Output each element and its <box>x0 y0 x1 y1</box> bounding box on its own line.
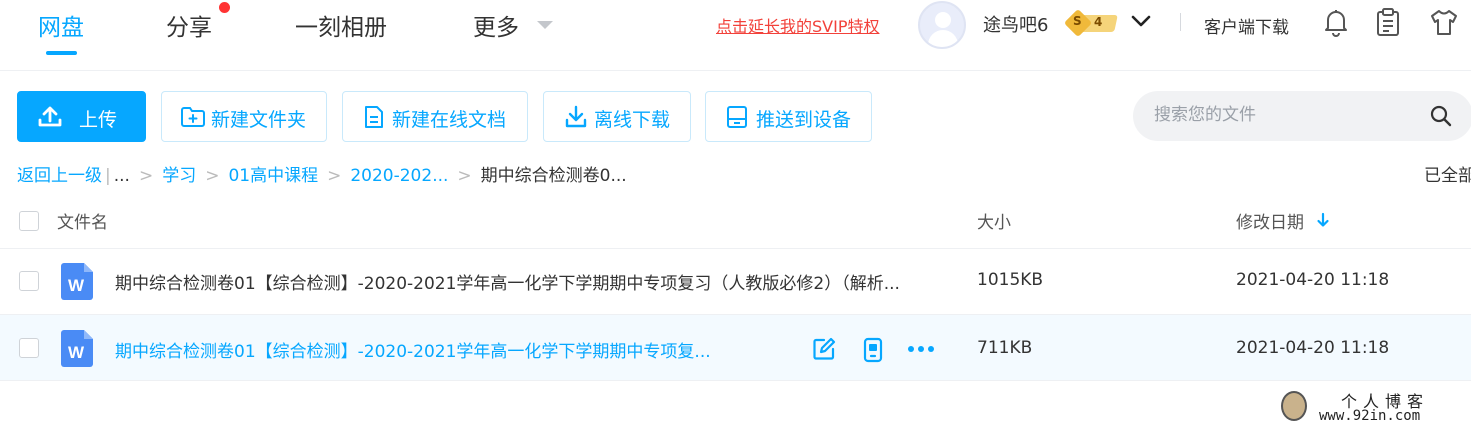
column-header-size[interactable]: 大小 <box>977 208 1011 233</box>
vip-level-badge[interactable]: S 4 <box>1063 8 1118 38</box>
tshirt-icon[interactable] <box>1429 7 1459 37</box>
sort-descending-icon[interactable] <box>1316 212 1330 228</box>
watermark-url: www.92in.com <box>1319 408 1421 424</box>
breadcrumb-divider: | <box>105 166 111 186</box>
table-row[interactable]: W 期中综合检测卷01【综合检测】-2020-2021学年高一化学下学期期中专项… <box>0 314 1471 381</box>
document-icon <box>365 106 383 128</box>
new-folder-button[interactable]: 新建文件夹 <box>161 91 327 142</box>
row-checkbox[interactable] <box>19 271 39 291</box>
loaded-all-status: 已全部 <box>1424 166 1471 186</box>
active-tab-indicator <box>46 51 77 55</box>
folder-plus-icon <box>181 107 205 127</box>
phone-icon[interactable] <box>862 337 884 363</box>
new-online-doc-button[interactable]: 新建在线文档 <box>342 91 528 142</box>
breadcrumb-separator: > <box>138 166 154 186</box>
upload-icon <box>38 106 62 127</box>
vip-level: 4 <box>1094 15 1103 29</box>
user-menu-chevron-icon[interactable] <box>1131 14 1151 28</box>
breadcrumb-separator: > <box>205 166 220 186</box>
breadcrumb-separator: > <box>327 166 342 186</box>
tab-more[interactable]: 更多 <box>473 8 519 42</box>
more-options-icon[interactable] <box>907 345 935 353</box>
clipboard-icon[interactable] <box>1375 7 1401 37</box>
breadcrumb-item-course[interactable]: 01高中课程 <box>228 161 318 186</box>
breadcrumb-item-study[interactable]: 学习 <box>162 161 196 186</box>
device-icon <box>727 106 747 128</box>
avatar[interactable] <box>918 1 966 49</box>
tab-netdisk[interactable]: 网盘 <box>38 8 84 42</box>
upload-button[interactable]: 上传 <box>17 91 146 142</box>
table-row[interactable]: W 期中综合检测卷01【综合检测】-2020-2021学年高一化学下学期期中专项… <box>0 248 1471 314</box>
breadcrumb: 返回上一级 |... > 学习 >01高中课程 >2020-202... > 期中综合检测卷0… <box>17 161 627 186</box>
avatar-body <box>928 30 958 47</box>
push-to-device-button[interactable]: 推送到设备 <box>705 91 872 142</box>
download-icon <box>565 105 587 128</box>
row-checkbox[interactable] <box>19 338 39 358</box>
header-divider <box>1180 13 1181 31</box>
breadcrumb-ellipsis[interactable]: ... <box>114 166 130 186</box>
column-header-name[interactable]: 文件名 <box>57 208 108 233</box>
bell-icon[interactable] <box>1322 7 1350 37</box>
breadcrumb-item-year[interactable]: 2020-202... <box>350 166 448 186</box>
offline-download-label: 离线下载 <box>594 109 671 131</box>
svg-text:W: W <box>68 343 85 362</box>
tab-share[interactable]: 分享 <box>166 8 212 42</box>
word-document-icon: W <box>61 330 93 367</box>
file-modified-date: 2021-04-20 11:18 <box>1236 338 1390 358</box>
edit-icon[interactable] <box>812 337 836 361</box>
push-to-device-label: 推送到设备 <box>756 109 852 131</box>
file-name[interactable]: 期中综合检测卷01【综合检测】-2020-2021学年高一化学下学期期中专项复习… <box>115 269 900 294</box>
caret-down-icon[interactable] <box>537 21 553 29</box>
breadcrumb-back-link[interactable]: 返回上一级 <box>17 161 102 186</box>
notification-dot <box>219 2 230 13</box>
svip-extend-link[interactable]: 点击延长我的SVIP特权 <box>716 13 879 37</box>
file-size: 711KB <box>977 338 1033 358</box>
svg-text:W: W <box>68 276 85 295</box>
vip-letter: S <box>1073 14 1082 28</box>
upload-label: 上传 <box>79 109 118 131</box>
search-box <box>1133 91 1471 141</box>
new-folder-label: 新建文件夹 <box>211 109 307 131</box>
blog-watermark: 个人博客 www.92in.com <box>1281 388 1461 426</box>
watermark-logo <box>1281 391 1307 421</box>
search-input[interactable] <box>1154 102 1424 128</box>
offline-download-button[interactable]: 离线下载 <box>543 91 691 142</box>
avatar-head <box>935 12 951 28</box>
breadcrumb-separator: > <box>457 166 472 186</box>
search-icon[interactable] <box>1429 104 1453 128</box>
top-navigation-bar: 网盘 分享 一刻相册 更多 点击延长我的SVIP特权 途鸟吧6 S 4 客户端下… <box>0 0 1471 71</box>
breadcrumb-current: 期中综合检测卷0... <box>480 166 627 186</box>
client-download-link[interactable]: 客户端下载 <box>1204 13 1289 38</box>
username[interactable]: 途鸟吧6 <box>983 11 1048 37</box>
column-header-modified[interactable]: 修改日期 <box>1236 208 1304 233</box>
tab-album[interactable]: 一刻相册 <box>295 8 387 42</box>
file-modified-date: 2021-04-20 11:18 <box>1236 270 1390 290</box>
file-size: 1015KB <box>977 270 1044 290</box>
select-all-checkbox[interactable] <box>19 211 39 231</box>
file-name[interactable]: 期中综合检测卷01【综合检测】-2020-2021学年高一化学下学期期中专项复.… <box>115 337 711 362</box>
new-online-doc-label: 新建在线文档 <box>392 109 507 131</box>
word-document-icon: W <box>61 263 93 300</box>
